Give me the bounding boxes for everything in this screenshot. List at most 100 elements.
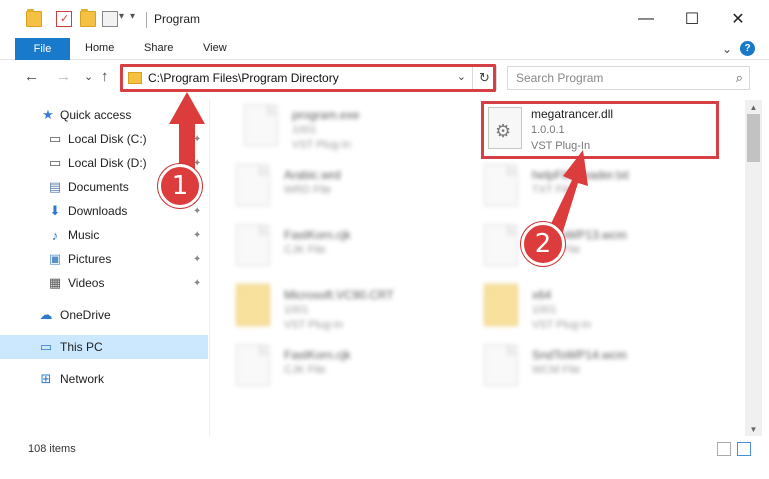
recent-locations-button[interactable]: ⌄ — [84, 70, 93, 83]
sidebar-item-music[interactable]: ♪ Music ✦ — [0, 223, 208, 247]
file-item[interactable]: helpFileReader.txt TXT File — [484, 164, 724, 224]
expand-ribbon-icon[interactable]: ⌄ — [722, 42, 732, 56]
file-detail: 1001 — [532, 304, 557, 316]
file-detail: TXT File — [532, 184, 574, 196]
file-icon — [484, 344, 518, 386]
properties-icon[interactable]: ✓ — [56, 11, 72, 27]
scroll-down-icon[interactable]: ▼ — [745, 422, 762, 436]
sidebar-item-local-disk-c[interactable]: ▭ Local Disk (C:) ✦ — [0, 127, 208, 151]
sidebar-item-label: Documents — [68, 180, 129, 194]
file-highlight-box — [481, 101, 719, 159]
navigation-pane: ★ Quick access ▭ Local Disk (C:) ✦ ▭ Loc… — [0, 100, 210, 436]
details-view-icon[interactable] — [717, 442, 731, 456]
videos-icon: ▦ — [48, 275, 62, 290]
file-detail: 1001 — [284, 304, 309, 316]
address-highlight-box — [120, 64, 496, 92]
callout-badge-one: 1 — [158, 164, 202, 208]
file-name: Arabic.wrd — [284, 168, 341, 182]
folder-icon — [484, 284, 518, 326]
file-item[interactable]: FastKorn.cjk CJK File — [236, 224, 476, 284]
sidebar-item-label: Network — [60, 372, 105, 386]
help-icon[interactable]: ? — [740, 41, 755, 56]
window-title: Program — [154, 12, 201, 26]
pin-icon: ✦ — [193, 157, 202, 169]
music-icon: ♪ — [51, 227, 59, 243]
sidebar-item-label: Local Disk (D:) — [68, 156, 147, 170]
qa-overflow-icon[interactable]: ▾ — [130, 11, 135, 22]
file-icon — [236, 224, 270, 266]
minimize-button[interactable]: — — [623, 0, 669, 38]
file-item[interactable]: Arabic.wrd WRD File — [236, 164, 476, 224]
file-item[interactable]: SndToWP14.wcm WCM File — [484, 344, 724, 404]
back-button[interactable]: ← — [24, 68, 39, 85]
search-input[interactable]: Search Program — [516, 71, 603, 85]
tab-home[interactable]: Home — [85, 42, 114, 54]
documents-icon: ▤ — [48, 179, 62, 194]
file-detail: VST Plug-In — [292, 139, 352, 151]
pin-icon: ✦ — [193, 133, 202, 145]
search-icon[interactable]: ⌕ — [736, 70, 743, 86]
maximize-button[interactable]: ☐ — [669, 0, 715, 38]
file-detail: WRD File — [284, 184, 332, 196]
close-button[interactable]: ✕ — [715, 0, 761, 38]
file-name: FastKorn.cjk — [284, 348, 351, 362]
title-bar: ✓ ▾ ▾ Program — ☐ ✕ — [0, 0, 769, 38]
sidebar-item-network[interactable]: ⊞ Network — [0, 367, 208, 391]
sidebar-item-onedrive[interactable]: ☁ OneDrive — [0, 303, 208, 327]
sidebar-item-label: Music — [68, 228, 100, 242]
file-tab[interactable]: File — [15, 38, 70, 60]
large-icons-view-icon[interactable] — [737, 442, 751, 456]
pin-icon: ✦ — [193, 229, 202, 241]
vertical-scrollbar[interactable]: ▲ ▼ — [745, 100, 762, 436]
file-name: program.exe — [292, 108, 360, 122]
sidebar-item-pictures[interactable]: ▣ Pictures ✦ — [0, 247, 208, 271]
file-item[interactable]: FastKorn.cjk CJK File — [236, 344, 476, 404]
scroll-up-icon[interactable]: ▲ — [745, 100, 762, 114]
folder-icon — [236, 284, 270, 326]
sidebar-item-quick-access[interactable]: ★ Quick access — [0, 103, 208, 127]
pictures-icon: ▣ — [48, 251, 62, 266]
file-name: FastKorn.cjk — [284, 228, 351, 242]
computer-icon: ▭ — [39, 339, 53, 354]
file-icon — [484, 224, 518, 266]
sidebar-item-label: Downloads — [68, 204, 128, 218]
file-detail: 1001 — [292, 124, 317, 136]
forward-button[interactable]: → — [56, 68, 71, 85]
sidebar-item-this-pc[interactable]: ▭ This PC — [0, 335, 208, 359]
sidebar-item-label: OneDrive — [60, 308, 111, 322]
title-separator — [146, 12, 147, 28]
sidebar-item-label: Quick access — [60, 108, 132, 122]
sidebar-item-label: Local Disk (C:) — [68, 132, 147, 146]
file-item[interactable]: SndToWP13.wcm WCM File — [484, 224, 724, 284]
scroll-thumb[interactable] — [747, 114, 760, 162]
file-name: Microsoft.VC90.CRT — [284, 288, 394, 302]
file-icon — [484, 164, 518, 206]
file-icon — [236, 164, 270, 206]
cloud-icon: ☁ — [39, 307, 53, 322]
item-count: 108 items — [28, 443, 76, 455]
new-folder-icon[interactable] — [80, 9, 96, 27]
customize-toolbar-icon[interactable] — [102, 11, 118, 27]
file-detail: VST Plug-In — [284, 319, 344, 331]
search-box[interactable]: Search Program ⌕ — [507, 66, 750, 90]
file-detail: CJK File — [284, 244, 326, 256]
network-icon: ⊞ — [40, 371, 52, 386]
pin-icon: ✦ — [193, 253, 202, 265]
star-icon: ★ — [42, 107, 54, 122]
file-detail: CJK File — [284, 364, 326, 376]
sidebar-item-videos[interactable]: ▦ Videos ✦ — [0, 271, 208, 295]
file-detail: WCM File — [532, 364, 581, 376]
exe-icon — [244, 104, 278, 146]
tab-share[interactable]: Share — [144, 42, 173, 54]
folder-icon — [26, 9, 42, 27]
file-item[interactable]: Microsoft.VC90.CRT 1001 VST Plug-In — [236, 284, 476, 344]
sidebar-item-label: This PC — [60, 340, 103, 354]
drive-icon: ▭ — [48, 155, 62, 170]
tab-view[interactable]: View — [203, 42, 227, 54]
callout-badge-two: 2 — [521, 222, 565, 266]
up-button[interactable]: ↑ — [101, 68, 109, 85]
file-item[interactable]: program.exe 1001 VST Plug-In — [244, 104, 484, 164]
file-item[interactable]: x64 1001 VST Plug-In — [484, 284, 724, 344]
qa-dropdown-icon[interactable]: ▾ — [119, 11, 124, 22]
file-detail: VST Plug-In — [532, 319, 592, 331]
